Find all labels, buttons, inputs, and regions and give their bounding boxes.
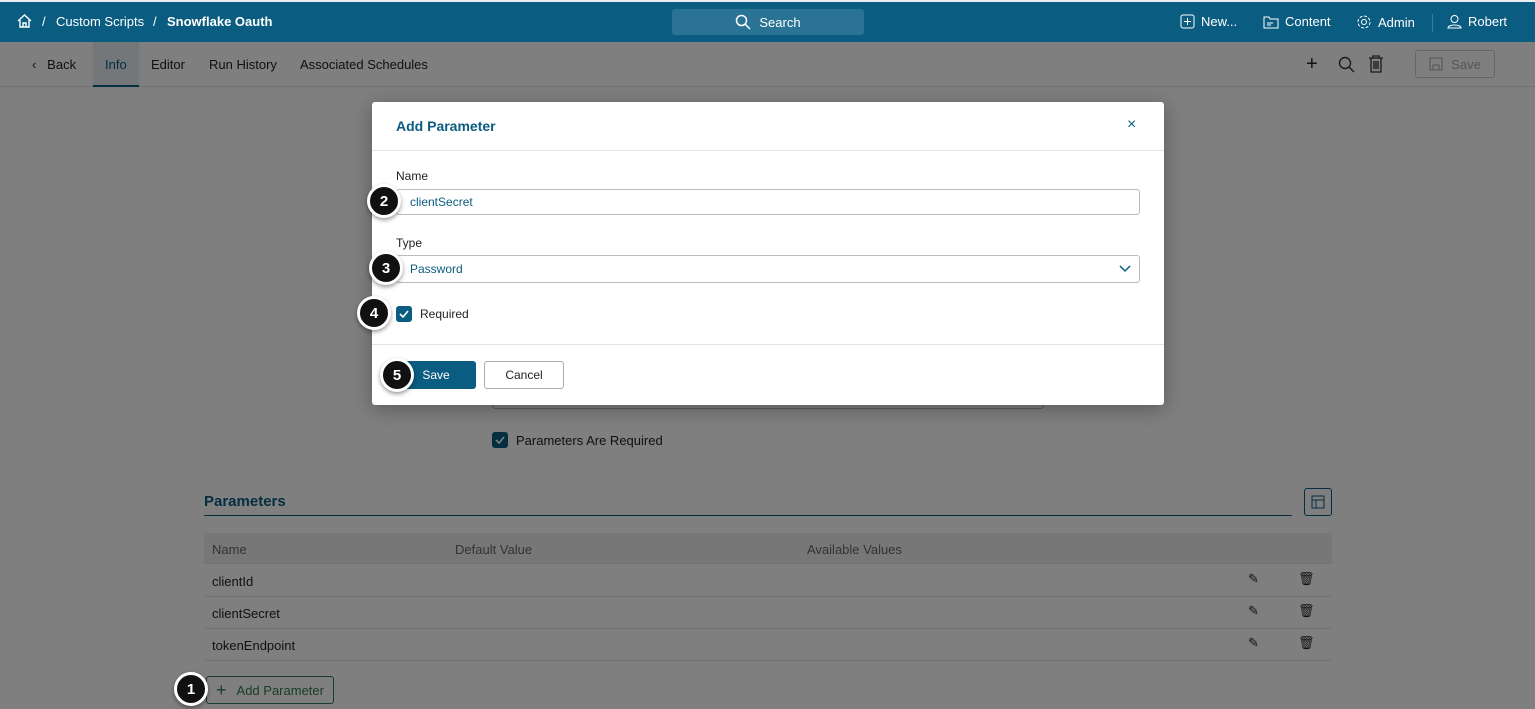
- type-select[interactable]: Password: [396, 255, 1140, 283]
- user-icon: [1447, 15, 1462, 29]
- content-button[interactable]: Content: [1263, 14, 1331, 29]
- top-header: / Custom Scripts / Snowflake Oauth Searc…: [0, 0, 1535, 42]
- add-parameter-dialog: Add Parameter × Name clientSecret Type P…: [372, 102, 1164, 405]
- breadcrumb-current: Snowflake Oauth: [167, 14, 273, 29]
- search-label: Search: [759, 14, 801, 30]
- divider: [1432, 14, 1433, 32]
- divider: [372, 150, 1164, 151]
- plus-square-icon: [1180, 14, 1195, 29]
- home-icon[interactable]: [16, 13, 33, 32]
- search-button[interactable]: Search: [672, 9, 864, 35]
- new-button[interactable]: New...: [1180, 14, 1237, 29]
- gear-icon: [1357, 15, 1371, 29]
- step-badge-4: 4: [357, 296, 391, 330]
- step-badge-5: 5: [380, 358, 414, 392]
- required-label: Required: [420, 307, 469, 321]
- breadcrumb-custom-scripts[interactable]: Custom Scripts: [56, 14, 144, 29]
- admin-label: Admin: [1378, 14, 1415, 30]
- breadcrumb-separator: /: [42, 14, 46, 29]
- close-icon[interactable]: ×: [1127, 116, 1136, 134]
- step-badge-3: 3: [369, 251, 403, 285]
- breadcrumb-separator: /: [153, 14, 157, 29]
- user-label: Robert: [1468, 14, 1508, 29]
- chevron-down-icon: [1119, 265, 1131, 273]
- type-label: Type: [396, 236, 423, 250]
- dialog-cancel-button[interactable]: Cancel: [484, 361, 564, 389]
- name-label: Name: [396, 169, 429, 183]
- admin-button[interactable]: Admin: [1356, 14, 1415, 30]
- dialog-title: Add Parameter: [396, 118, 496, 134]
- search-icon: [736, 14, 751, 30]
- step-badge-1: 1: [174, 672, 208, 706]
- step-badge-2: 2: [367, 184, 401, 218]
- name-input[interactable]: clientSecret: [396, 189, 1140, 215]
- required-checkbox[interactable]: Required: [396, 306, 469, 322]
- type-value: Password: [410, 262, 463, 276]
- content-label: Content: [1285, 14, 1331, 29]
- divider: [372, 344, 1164, 345]
- new-label: New...: [1201, 14, 1238, 29]
- checkbox-checked-icon: [396, 306, 412, 322]
- user-menu[interactable]: Robert: [1447, 14, 1507, 29]
- folder-icon: [1263, 16, 1279, 29]
